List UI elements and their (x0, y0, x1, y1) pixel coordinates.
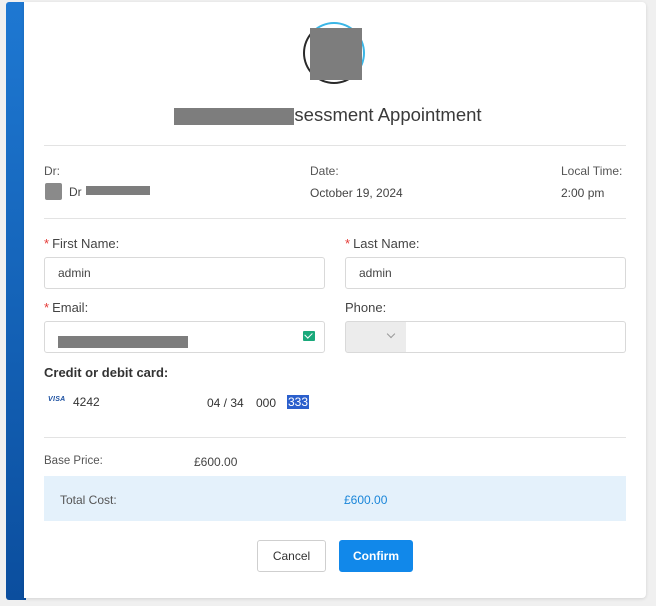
first-name-label: * First Name: (44, 236, 119, 251)
first-name-label-text: First Name: (52, 236, 120, 251)
time-value: 2:00 pm (561, 186, 605, 200)
last-name-label-text: Last Name: (353, 236, 420, 251)
required-mark: * (44, 300, 50, 315)
card-heading: Credit or debit card: (44, 365, 169, 380)
divider (44, 218, 626, 219)
card-cvc-placeholder[interactable]: 000 (256, 396, 276, 410)
email-validated-icon (303, 331, 315, 341)
email-label-text: Email: (52, 300, 89, 315)
last-name-label: * Last Name: (345, 236, 420, 251)
first-name-input[interactable]: admin (44, 257, 325, 289)
clinic-logo (303, 22, 365, 84)
base-price-label: Base Price: (44, 455, 103, 467)
chevron-down-icon (386, 329, 396, 339)
doctor-name-prefix: Dr (69, 185, 82, 199)
base-price-value: £600.00 (194, 455, 238, 469)
phone-country-select[interactable] (345, 321, 407, 353)
divider (44, 437, 626, 438)
total-cost-label: Total Cost: (60, 493, 117, 507)
last-name-input[interactable]: admin (345, 257, 626, 289)
cancel-button[interactable]: Cancel (257, 540, 326, 572)
required-mark: * (44, 236, 50, 251)
email-input[interactable] (44, 321, 325, 353)
visa-card-icon: VISA (48, 396, 66, 403)
email-redacted (58, 336, 188, 349)
phone-label: Phone: (345, 300, 387, 315)
logo-redacted (310, 28, 362, 80)
phone-number-input[interactable] (406, 321, 626, 353)
date-label: Date: (310, 164, 339, 178)
email-label: * Email: (44, 300, 88, 315)
card-number-field[interactable]: 4242 (73, 395, 100, 409)
card-expiry-field[interactable]: 04 / 34 (207, 396, 244, 410)
doctor-avatar (45, 183, 62, 200)
card-cvc-selected[interactable]: 333 (287, 395, 310, 409)
divider (44, 145, 626, 146)
required-mark: * (345, 236, 351, 251)
title-suffix: sessment Appointment (294, 104, 482, 125)
doctor-name-redacted (86, 186, 150, 195)
confirm-button[interactable]: Confirm (339, 540, 413, 572)
total-cost-value: £600.00 (344, 493, 388, 507)
date-value: October 19, 2024 (310, 186, 403, 200)
title-redacted (174, 107, 295, 125)
doctor-label: Dr: (44, 164, 60, 178)
left-accent-bar (6, 2, 26, 600)
page-title: sessment Appointment (0, 104, 656, 126)
time-label: Local Time: (561, 164, 623, 178)
total-cost-row: Total Cost: £600.00 (44, 476, 626, 521)
